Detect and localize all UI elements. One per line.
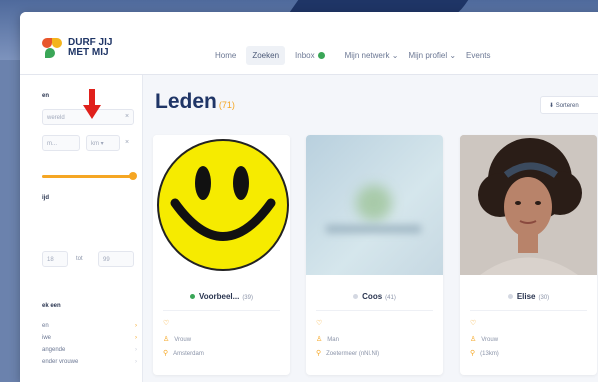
- option-item[interactable]: ender vrouwe ›: [42, 356, 137, 368]
- location-pin-icon: ⚲: [470, 350, 476, 357]
- member-age: (39): [242, 295, 253, 301]
- nav-item-events[interactable]: Events: [466, 51, 490, 60]
- member-location: ⚲ Amsterdam: [163, 349, 204, 357]
- nav-item-inbox-label: Inbox: [295, 51, 315, 60]
- nav-item-home[interactable]: Home: [215, 51, 236, 60]
- member-card[interactable]: Coos (41) ♡ ♙ Man ⚲ Zoetermeer (nNl.Nl): [306, 135, 443, 375]
- option-label: en: [42, 323, 49, 329]
- blurred-photo: [306, 135, 443, 275]
- member-location-text: Zoetermeer (nNl.Nl): [326, 351, 380, 357]
- card-divider: [316, 310, 433, 311]
- person-icon: ♙: [163, 336, 170, 343]
- member-count: (71): [218, 100, 235, 110]
- logo-line-2: MET MIJ: [68, 47, 109, 58]
- card-divider: [163, 310, 280, 311]
- logo-icon: [42, 38, 62, 58]
- age-separator: tot: [76, 256, 83, 262]
- age-slider-handle[interactable]: [129, 172, 137, 180]
- heart-icon: ♡: [470, 320, 477, 327]
- option-chevron-icon: ›: [135, 335, 137, 341]
- red-arrow-down-icon: [83, 89, 101, 119]
- age-from-input[interactable]: 18: [42, 251, 68, 267]
- option-label: angende: [42, 347, 66, 353]
- person-icon: ♙: [316, 336, 323, 343]
- online-status-icon: [190, 294, 195, 300]
- distance-select[interactable]: km ▾: [86, 135, 120, 151]
- member-name-text: Voorbeel...: [199, 292, 240, 301]
- member-age: (41): [385, 295, 396, 301]
- location-input[interactable]: m...: [42, 135, 80, 151]
- heart-icon: ♡: [316, 320, 323, 327]
- page-title-text: Leden: [155, 90, 217, 113]
- member-card[interactable]: Elise (30) ♡ ♙ Vrouw ⚲ (13km): [460, 135, 597, 375]
- app-screenshot: DURF JIJ MET MIJ Home Zoeken Inbox Mijn …: [20, 12, 598, 382]
- sort-button[interactable]: ⬇ Sorteren: [540, 96, 598, 114]
- member-name[interactable]: Coos (41): [306, 292, 443, 301]
- nav-item-network[interactable]: Mijn netwerk ⌄: [345, 51, 399, 60]
- age-heading: ijd: [42, 195, 49, 201]
- member-gender: ♙ Vrouw: [163, 335, 191, 343]
- looking-for-options: en › iwe › angende › ender vrouwe ›: [42, 320, 137, 368]
- member-gender-text: Vrouw: [481, 337, 499, 343]
- option-item[interactable]: iwe ›: [42, 332, 137, 344]
- card-divider: [470, 310, 587, 311]
- member-name-text: Elise: [516, 292, 536, 301]
- option-chevron-icon: ›: [135, 347, 137, 353]
- clear-search-icon[interactable]: ×: [125, 113, 129, 120]
- location-pin-icon: ⚲: [316, 350, 322, 357]
- member-location: ⚲ (13km): [470, 349, 499, 357]
- search-heading: en: [42, 93, 50, 99]
- site-logo[interactable]: DURF JIJ MET MIJ: [42, 38, 112, 58]
- age-to-input[interactable]: 99: [98, 251, 134, 267]
- top-navigation-bar: DURF JIJ MET MIJ Home Zoeken Inbox Mijn …: [20, 12, 598, 75]
- member-age: (30): [538, 295, 550, 301]
- inbox-status-icon: [317, 52, 325, 60]
- member-photo[interactable]: [153, 135, 290, 275]
- option-item[interactable]: en ›: [42, 320, 137, 332]
- member-name-text: Coos: [362, 292, 383, 301]
- member-gender-text: Vrouw: [174, 337, 192, 343]
- age-slider[interactable]: [42, 172, 137, 180]
- member-gender: ♙ Vrouw: [470, 335, 498, 343]
- main-nav: Home Zoeken Inbox Mijn netwerk ⌄ Mijn pr…: [215, 46, 501, 65]
- option-chevron-icon: ›: [135, 323, 137, 329]
- clear-location-icon[interactable]: ×: [125, 139, 129, 146]
- page-title: Leden (71): [155, 90, 235, 114]
- member-location-text: Amsterdam: [173, 351, 204, 357]
- member-location-text: (13km): [480, 351, 499, 357]
- nav-item-search[interactable]: Zoeken: [246, 46, 286, 65]
- option-label: iwe: [42, 335, 52, 341]
- member-gender: ♙ Man: [316, 335, 339, 343]
- member-card[interactable]: Voorbeel... (39) ♡ ♙ Vrouw ⚲ Amsterdam: [153, 135, 290, 375]
- heart-icon: ♡: [163, 320, 170, 327]
- option-item[interactable]: angende ›: [42, 344, 137, 356]
- member-name[interactable]: Voorbeel... (39): [153, 292, 290, 301]
- option-chevron-icon: ›: [135, 359, 137, 365]
- nav-item-profile[interactable]: Mijn profiel ⌄: [408, 51, 456, 60]
- person-icon: ♙: [470, 336, 477, 343]
- woman-portrait: [460, 135, 597, 275]
- filter-sidebar: en wereld × m... km ▾ × ijd 18 tot 99 ek…: [20, 75, 143, 382]
- looking-for-heading: ek een: [42, 303, 61, 309]
- smiley-icon: [157, 139, 289, 271]
- option-label: ender vrouwe: [42, 359, 79, 365]
- age-slider-fill: [42, 175, 134, 178]
- member-photo[interactable]: [460, 135, 597, 275]
- member-photo[interactable]: [306, 135, 443, 275]
- logo-text: DURF JIJ MET MIJ: [68, 38, 112, 58]
- location-pin-icon: ⚲: [163, 350, 169, 357]
- member-gender-text: Man: [327, 337, 339, 343]
- offline-status-icon: [353, 294, 359, 300]
- member-name[interactable]: Elise (30): [460, 292, 597, 301]
- nav-item-inbox[interactable]: Inbox: [295, 51, 335, 60]
- offline-status-icon: [507, 294, 513, 300]
- member-location: ⚲ Zoetermeer (nNl.Nl): [316, 349, 379, 357]
